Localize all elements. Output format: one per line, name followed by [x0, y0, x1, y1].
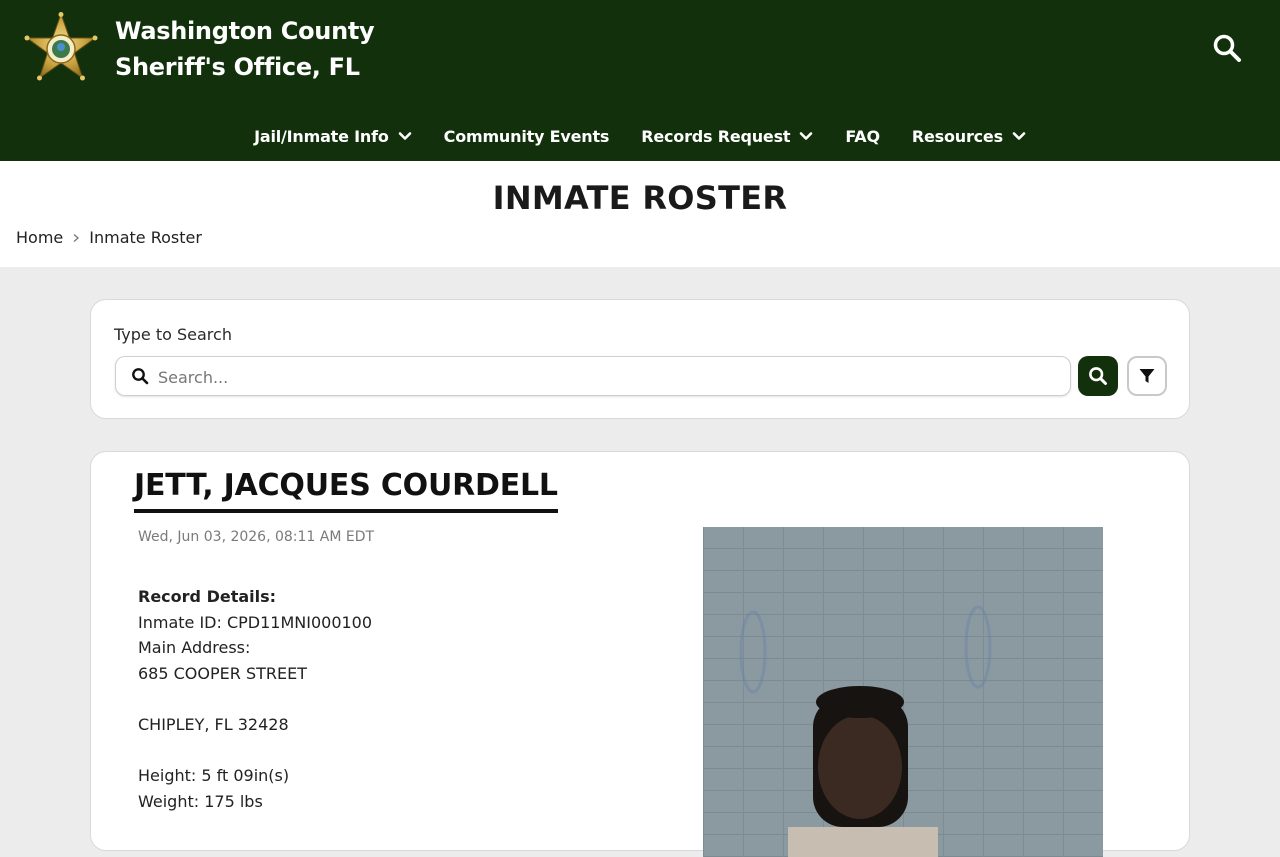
chevron-down-icon: [398, 132, 411, 140]
page-title: INMATE ROSTER: [492, 179, 788, 217]
search-button[interactable]: [1078, 356, 1118, 396]
chevron-right-icon: [73, 233, 80, 242]
nav-item-label: FAQ: [845, 126, 880, 146]
search-icon[interactable]: [1212, 33, 1242, 63]
nav-item-label: Jail/Inmate Info: [254, 126, 389, 146]
main-nav: Jail/Inmate Info Community Events Record…: [0, 118, 1280, 154]
nav-item-faq[interactable]: FAQ: [845, 126, 880, 146]
record-timestamp: Wed, Jun 03, 2026, 08:11 AM EDT: [138, 529, 375, 545]
address-line2: CHIPLEY, FL 32428: [138, 714, 289, 734]
search-box[interactable]: [115, 356, 1071, 396]
site-title-line2: Sheriff's Office, FL: [115, 53, 360, 81]
filter-button[interactable]: [1127, 356, 1167, 396]
inmate-id: Inmate ID: CPD11MNI000100: [138, 612, 373, 632]
inmate-height: Height: 5 ft 09in(s): [138, 766, 290, 786]
site-header: Washington County Sheriff's Office, FL J…: [0, 0, 1280, 161]
title-band: INMATE ROSTER Home Inmate Roster: [0, 161, 1280, 267]
nav-item-community-events[interactable]: Community Events: [444, 127, 610, 146]
search-input[interactable]: [156, 362, 1060, 392]
inmate-card: JETT, JACQUES COURDELL Wed, Jun 03, 2026…: [90, 451, 1190, 857]
record-details-heading: Record Details:: [138, 587, 277, 606]
record-details: Record Details: Inmate ID: CPD11MNI00010…: [138, 584, 372, 814]
breadcrumb: Home Inmate Roster: [16, 228, 202, 247]
sheriff-star-logo[interactable]: [24, 12, 98, 84]
inmate-name[interactable]: JETT, JACQUES COURDELL: [134, 468, 558, 513]
chevron-down-icon: [800, 132, 813, 140]
site-title-line1: Washington County: [115, 17, 375, 45]
breadcrumb-home-link[interactable]: Home: [16, 228, 63, 247]
search-icon: [132, 368, 149, 385]
nav-item-records-request[interactable]: Records Request: [641, 127, 813, 146]
nav-item-label: Community Events: [443, 126, 610, 146]
site-title[interactable]: Washington County Sheriff's Office, FL: [115, 13, 375, 85]
address-line1: 685 COOPER STREET: [138, 663, 307, 683]
filter-icon: [1139, 369, 1155, 383]
search-label: Type to Search: [114, 325, 232, 344]
chevron-down-icon: [1012, 132, 1026, 140]
search-card: Type to Search: [90, 299, 1190, 419]
address-label: Main Address:: [138, 638, 251, 658]
search-icon: [1089, 367, 1107, 385]
inmate-mugshot-photo: [703, 527, 1103, 857]
nav-item-jail-inmate-info[interactable]: Jail/Inmate Info: [254, 127, 412, 146]
nav-item-label: Records Request: [641, 126, 791, 146]
nav-item-resources[interactable]: Resources: [912, 127, 1026, 146]
breadcrumb-current: Inmate Roster: [89, 228, 202, 247]
nav-item-label: Resources: [911, 126, 1003, 146]
inmate-weight: Weight: 175 lbs: [138, 791, 263, 811]
